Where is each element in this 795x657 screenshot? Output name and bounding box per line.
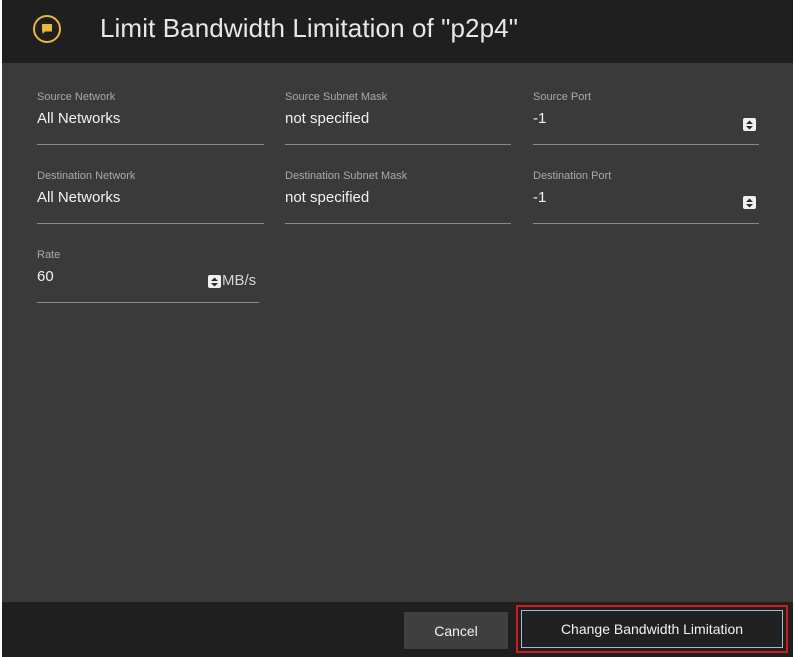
destination-subnet-mask-value: not specified bbox=[285, 189, 370, 206]
source-port-label: Source Port bbox=[533, 91, 592, 103]
destination-port-underline bbox=[533, 223, 759, 224]
destination-port-value: -1 bbox=[533, 189, 547, 206]
destination-network-value: All Networks bbox=[37, 189, 121, 206]
destination-port-label: Destination Port bbox=[533, 170, 612, 182]
destination-network-label: Destination Network bbox=[37, 170, 136, 182]
source-port-underline bbox=[533, 144, 759, 145]
source-network-value: All Networks bbox=[37, 110, 121, 127]
source-port-stepper-icon[interactable] bbox=[743, 118, 756, 131]
source-port-field[interactable]: Source Port -1 bbox=[533, 91, 759, 147]
source-subnet-mask-underline bbox=[285, 144, 511, 145]
dialog-title: Limit Bandwidth Limitation of "p2p4" bbox=[100, 13, 519, 43]
destination-subnet-mask-field[interactable]: Destination Subnet Mask not specified bbox=[285, 170, 511, 226]
rate-underline bbox=[37, 302, 259, 303]
destination-network-field[interactable]: Destination Network All Networks bbox=[37, 170, 264, 226]
rate-unit: MB/s bbox=[222, 272, 257, 289]
rate-field[interactable]: Rate 60 MB/s bbox=[37, 249, 261, 305]
message-icon bbox=[33, 15, 61, 43]
dialog-header: Limit Bandwidth Limitation of "p2p4" bbox=[2, 0, 793, 63]
source-subnet-mask-value: not specified bbox=[285, 110, 370, 127]
dialog-footer: Cancel Change Bandwidth Limitation bbox=[2, 602, 793, 657]
destination-port-field[interactable]: Destination Port -1 bbox=[533, 170, 759, 226]
rate-label: Rate bbox=[37, 249, 61, 261]
source-network-underline bbox=[37, 144, 264, 145]
destination-network-underline bbox=[37, 223, 264, 224]
source-subnet-mask-label: Source Subnet Mask bbox=[285, 91, 388, 103]
rate-stepper-icon[interactable] bbox=[208, 275, 221, 288]
destination-port-stepper-icon[interactable] bbox=[743, 196, 756, 209]
source-subnet-mask-field[interactable]: Source Subnet Mask not specified bbox=[285, 91, 511, 147]
source-port-value: -1 bbox=[533, 110, 547, 127]
destination-subnet-mask-label: Destination Subnet Mask bbox=[285, 170, 408, 182]
cancel-button[interactable]: Cancel bbox=[404, 612, 508, 649]
bandwidth-limit-dialog: Limit Bandwidth Limitation of "p2p4" Sou… bbox=[2, 0, 793, 657]
source-network-label: Source Network bbox=[37, 91, 116, 103]
rate-value: 60 bbox=[37, 268, 54, 285]
source-network-field[interactable]: Source Network All Networks bbox=[37, 91, 264, 147]
change-bandwidth-limitation-button[interactable]: Change Bandwidth Limitation bbox=[521, 610, 783, 648]
destination-subnet-mask-underline bbox=[285, 223, 511, 224]
